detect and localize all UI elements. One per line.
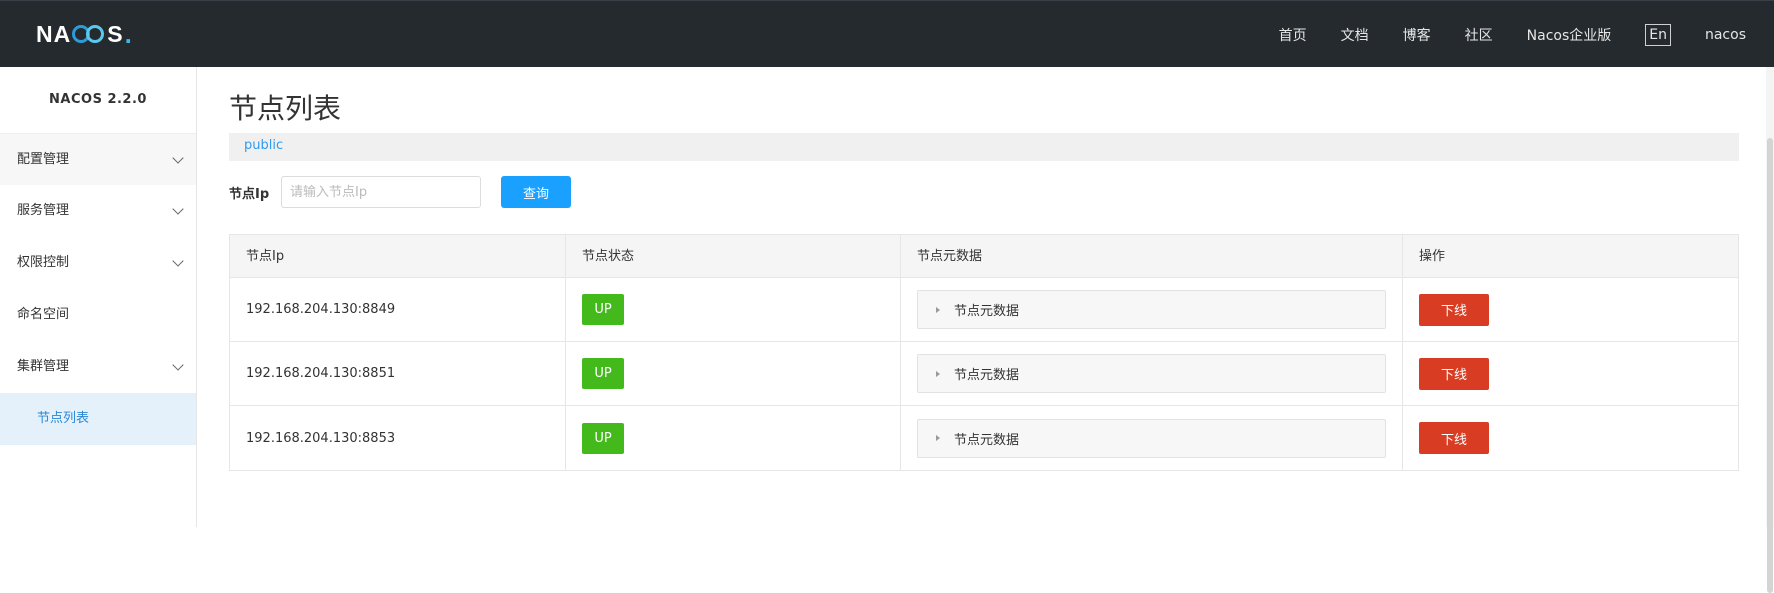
sidebar-item-cluster[interactable]: 集群管理 bbox=[0, 341, 196, 393]
page-title: 节点列表 bbox=[229, 92, 342, 125]
chevron-down-icon bbox=[172, 203, 184, 215]
status-badge: UP bbox=[582, 294, 624, 325]
action-cell: 下线 bbox=[1403, 406, 1738, 470]
caret-right-icon bbox=[936, 370, 940, 377]
nav-blog[interactable]: 博客 bbox=[1403, 25, 1431, 45]
status-badge: UP bbox=[582, 358, 624, 389]
logo-rings-icon bbox=[72, 24, 106, 44]
status-badge: UP bbox=[582, 422, 624, 454]
metadata-cell: 节点元数据 bbox=[901, 406, 1403, 470]
column-header-metadata: 节点元数据 bbox=[901, 235, 1403, 277]
sidebar-item-namespace[interactable]: 命名空间 bbox=[0, 289, 196, 341]
sidebar-item-service[interactable]: 服务管理 bbox=[0, 185, 196, 237]
action-cell: 下线 bbox=[1403, 278, 1738, 341]
sidebar-item-config[interactable]: 配置管理 bbox=[0, 133, 196, 185]
column-header-status: 节点状态 bbox=[566, 235, 901, 277]
status-cell: UP bbox=[566, 406, 901, 470]
node-ip: 192.168.204.130:8853 bbox=[230, 406, 566, 470]
sidebar: NACOS 2.2.0 配置管理 服务管理 权限控制 命名空间 集群管理 节点列… bbox=[0, 67, 197, 527]
table-row: 192.168.204.130:8853 UP 节点元数据 下线 bbox=[230, 406, 1738, 470]
metadata-label: 节点元数据 bbox=[954, 432, 1020, 448]
offline-button[interactable]: 下线 bbox=[1419, 422, 1489, 454]
scrollbar-thumb[interactable] bbox=[1767, 138, 1773, 593]
nav-community[interactable]: 社区 bbox=[1465, 25, 1493, 45]
logo-text-right: S bbox=[107, 20, 124, 47]
metadata-collapse[interactable]: 节点元数据 bbox=[917, 290, 1386, 329]
page-scrollbar[interactable] bbox=[1766, 67, 1774, 593]
user-name[interactable]: nacos bbox=[1705, 27, 1746, 43]
chevron-down-icon bbox=[172, 359, 184, 371]
sidebar-item-label: 配置管理 bbox=[17, 152, 70, 167]
sidebar-item-label: 集群管理 bbox=[17, 359, 70, 374]
logo-dot: . bbox=[124, 18, 133, 49]
status-cell: UP bbox=[566, 342, 901, 405]
version-label: NACOS 2.2.0 bbox=[49, 92, 147, 107]
status-cell: UP bbox=[566, 278, 901, 341]
action-cell: 下线 bbox=[1403, 342, 1738, 405]
nav-docs[interactable]: 文档 bbox=[1341, 25, 1369, 45]
namespace-link-public[interactable]: public bbox=[244, 138, 283, 153]
language-switch-button[interactable]: En bbox=[1645, 23, 1671, 46]
metadata-label: 节点元数据 bbox=[954, 304, 1020, 319]
sidebar-item-auth[interactable]: 权限控制 bbox=[0, 237, 196, 289]
namespace-bar: public bbox=[229, 133, 1739, 161]
sidebar-subitem-node-list[interactable]: 节点列表 bbox=[0, 393, 196, 445]
node-ip: 192.168.204.130:8851 bbox=[230, 342, 566, 405]
table-header: 节点Ip 节点状态 节点元数据 操作 bbox=[230, 235, 1738, 278]
sidebar-item-label: 服务管理 bbox=[17, 203, 70, 218]
top-nav: 首页 文档 博客 社区 Nacos企业版 En nacos bbox=[1279, 1, 1774, 68]
chevron-down-icon bbox=[172, 255, 184, 267]
offline-button[interactable]: 下线 bbox=[1419, 357, 1489, 390]
metadata-cell: 节点元数据 bbox=[901, 278, 1403, 341]
node-table: 节点Ip 节点状态 节点元数据 操作 192.168.204.130:8849 … bbox=[229, 234, 1739, 471]
sidebar-item-label: 权限控制 bbox=[17, 255, 70, 270]
offline-button[interactable]: 下线 bbox=[1419, 293, 1489, 326]
metadata-collapse[interactable]: 节点元数据 bbox=[917, 354, 1386, 393]
node-ip-search-input[interactable] bbox=[281, 176, 481, 208]
sidebar-item-label: 命名空间 bbox=[17, 307, 70, 322]
nav-enterprise[interactable]: Nacos企业版 bbox=[1527, 25, 1612, 45]
chevron-down-icon bbox=[172, 152, 184, 164]
column-header-ip: 节点Ip bbox=[230, 235, 566, 277]
column-header-action: 操作 bbox=[1419, 249, 1446, 264]
caret-right-icon bbox=[936, 306, 940, 313]
metadata-label: 节点元数据 bbox=[954, 368, 1020, 383]
caret-right-icon bbox=[936, 435, 940, 441]
top-header: NA S . 首页 文档 博客 社区 Nacos企业版 En nacos bbox=[0, 0, 1774, 67]
table-row: 192.168.204.130:8849 UP 节点元数据 下线 bbox=[230, 278, 1738, 342]
metadata-cell: 节点元数据 bbox=[901, 342, 1403, 405]
node-ip: 192.168.204.130:8849 bbox=[230, 278, 566, 341]
metadata-collapse[interactable]: 节点元数据 bbox=[917, 418, 1386, 458]
table-row: 192.168.204.130:8851 UP 节点元数据 下线 bbox=[230, 342, 1738, 406]
search-label: 节点Ip bbox=[229, 187, 270, 202]
query-button[interactable]: 查询 bbox=[501, 176, 571, 208]
nacos-logo[interactable]: NA S . bbox=[36, 19, 133, 49]
nav-home[interactable]: 首页 bbox=[1279, 25, 1307, 45]
logo-text-left: NA bbox=[36, 20, 72, 47]
